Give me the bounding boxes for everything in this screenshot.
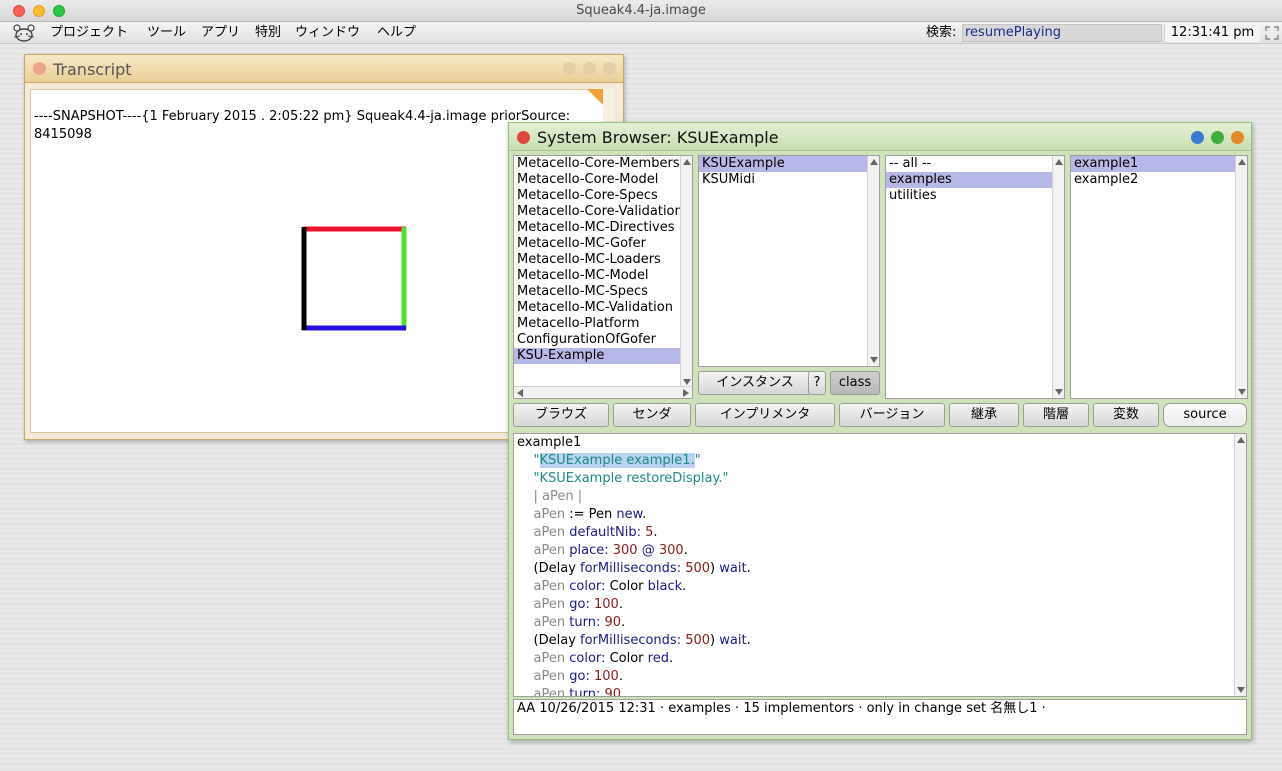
package-item[interactable]: Metacello-MC-Directives <box>514 220 692 236</box>
squeak-logo-icon[interactable] <box>12 24 36 42</box>
package-item[interactable]: Metacello-Core-Specs <box>514 188 692 204</box>
variables-button[interactable]: 変数 <box>1093 403 1159 427</box>
package-list[interactable]: Metacello-Core-Members Metacello-Core-Mod… <box>513 155 693 399</box>
class-button[interactable]: class <box>830 371 880 395</box>
menubar: プロジェクト ツール アプリ 特別 ウィンドウ ヘルプ 検索: resumePl… <box>0 22 1282 44</box>
senders-button[interactable]: センダ <box>613 403 691 427</box>
category-list[interactable]: -- all -- examples utilities <box>885 155 1065 399</box>
menu-apps[interactable]: アプリ <box>201 22 240 44</box>
package-hscrollbar[interactable] <box>514 386 692 398</box>
window-title: Squeak4.4-ja.image <box>576 3 706 18</box>
expand-icon[interactable] <box>1211 131 1224 144</box>
package-item[interactable]: Metacello-MC-Gofer <box>514 236 692 252</box>
package-item[interactable]: Metacello-MC-Specs <box>514 284 692 300</box>
category-scrollbar[interactable] <box>1052 156 1064 398</box>
zoom-window-button[interactable] <box>53 5 65 17</box>
code-line: aPen place: 300 @ 300. <box>533 543 688 558</box>
search-input[interactable]: resumePlaying <box>962 24 1162 42</box>
app-titlebar: Squeak4.4-ja.image <box>0 0 1282 22</box>
menu-tools[interactable]: ツール <box>147 22 186 44</box>
close-icon[interactable] <box>517 131 530 144</box>
package-item[interactable]: Metacello-Core-Model <box>514 172 692 188</box>
search-label: 検索: <box>926 25 957 40</box>
help-button[interactable]: ? <box>808 371 826 395</box>
code-line: | aPen | <box>533 489 583 504</box>
code-line: example1 <box>517 435 582 450</box>
code-editor[interactable]: example1 "KSUExample example1." "KSUExam… <box>513 433 1247 697</box>
package-scrollbar[interactable] <box>680 156 692 388</box>
code-line: aPen defaultNib: 5. <box>533 525 658 540</box>
minimize-window-button[interactable] <box>33 5 45 17</box>
turtle-square-drawing <box>301 226 407 331</box>
code-line: "KSUExample example1." <box>533 453 701 468</box>
corner-triangle <box>587 89 603 105</box>
code-line: (Delay forMilliseconds: 500) wait. <box>517 561 751 576</box>
code-line: aPen color: Color black. <box>533 579 687 594</box>
browser-titlebar[interactable]: System Browser: KSUExample <box>509 123 1251 151</box>
category-item[interactable]: utilities <box>886 188 1064 204</box>
versions-button[interactable]: バージョン <box>839 403 945 427</box>
class-list[interactable]: KSUExample KSUMidi <box>698 155 880 367</box>
collapse-icon[interactable] <box>1231 131 1244 144</box>
package-item[interactable]: KSU-Example <box>514 348 692 364</box>
code-line: aPen go: 100. <box>533 597 623 612</box>
method-scrollbar[interactable] <box>1235 156 1247 398</box>
package-item[interactable]: Metacello-MC-Validation <box>514 300 692 316</box>
menu-project[interactable]: プロジェクト <box>50 22 128 44</box>
package-item[interactable]: Metacello-Core-Members <box>514 156 692 172</box>
code-line: aPen go: 100. <box>533 669 623 684</box>
category-item[interactable]: examples <box>886 172 1064 188</box>
package-item[interactable]: Metacello-MC-Loaders <box>514 252 692 268</box>
package-item[interactable]: Metacello-Platform <box>514 316 692 332</box>
package-item[interactable]: Metacello-MC-Model <box>514 268 692 284</box>
window-menu-icon[interactable] <box>1191 131 1204 144</box>
class-item[interactable]: KSUMidi <box>699 172 879 188</box>
category-item[interactable]: -- all -- <box>886 156 1064 172</box>
browser-title: System Browser: KSUExample <box>537 128 779 147</box>
menu-windows[interactable]: ウィンドウ <box>295 22 360 44</box>
class-item[interactable]: KSUExample <box>699 156 879 172</box>
browse-button[interactable]: ブラウズ <box>513 403 609 427</box>
code-line: aPen color: Color red. <box>533 651 674 666</box>
system-browser-window[interactable]: System Browser: KSUExample Metacello-Cor… <box>508 122 1252 740</box>
implementors-button[interactable]: インプリメンタ <box>695 403 835 427</box>
code-line: (Delay forMilliseconds: 500) wait. <box>517 633 751 648</box>
inheritance-button[interactable]: 継承 <box>949 403 1019 427</box>
collapse-icon[interactable] <box>563 62 576 75</box>
transcript-title: Transcript <box>53 60 132 79</box>
method-item[interactable]: example2 <box>1071 172 1247 188</box>
fullscreen-icon[interactable] <box>1265 26 1279 40</box>
instance-button[interactable]: インスタンス <box>698 371 812 395</box>
method-item[interactable]: example1 <box>1071 156 1247 172</box>
menu-help[interactable]: ヘルプ <box>377 22 416 44</box>
package-item[interactable]: ConfigurationOfGofer <box>514 332 692 348</box>
clock[interactable]: 12:31:41 pm <box>1164 24 1260 42</box>
close-window-button[interactable] <box>13 5 25 17</box>
code-scrollbar[interactable] <box>1234 434 1246 696</box>
expand-icon[interactable] <box>583 62 596 75</box>
class-scrollbar[interactable] <box>867 156 879 366</box>
hierarchy-button[interactable]: 階層 <box>1023 403 1089 427</box>
code-line: aPen turn: 90. <box>533 687 626 697</box>
package-item[interactable]: Metacello-Core-Validation <box>514 204 692 220</box>
menu-icon[interactable] <box>603 62 616 75</box>
code-line: "KSUExample restoreDisplay." <box>533 471 729 486</box>
menu-extras[interactable]: 特別 <box>255 22 281 44</box>
code-line: aPen := Pen new. <box>533 507 647 522</box>
status-line[interactable]: AA 10/26/2015 12:31 · examples · 15 impl… <box>513 699 1247 735</box>
method-list[interactable]: example1 example2 <box>1070 155 1248 399</box>
transcript-titlebar[interactable]: Transcript <box>25 55 623 83</box>
source-button[interactable]: source <box>1163 403 1247 427</box>
close-icon[interactable] <box>33 62 46 75</box>
code-line: aPen turn: 90. <box>533 615 626 630</box>
